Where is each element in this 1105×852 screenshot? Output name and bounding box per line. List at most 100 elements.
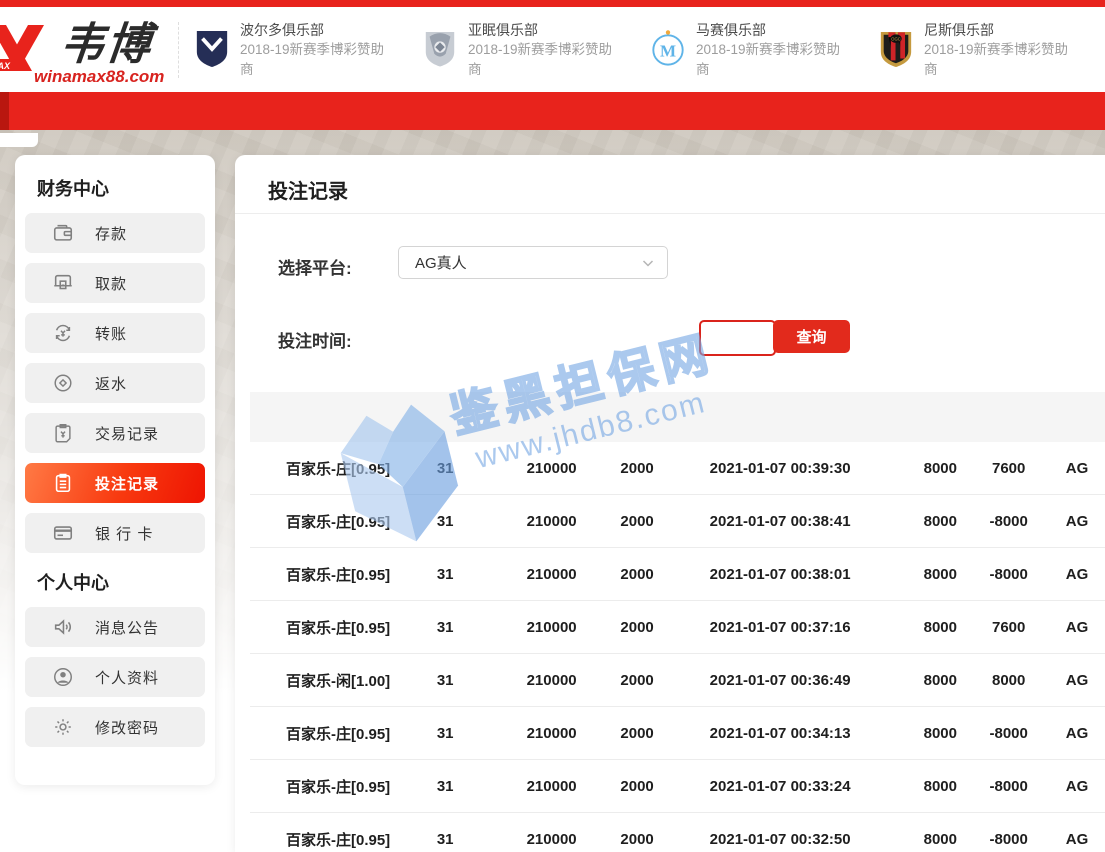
table-cell: 8000 (896, 460, 984, 477)
sidebar-item-label: 转账 (95, 323, 127, 344)
sidebar-item[interactable]: 返水 (25, 363, 205, 403)
sponsor-item: 亚眠俱乐部 2018-19新赛季博彩赞助商 (421, 20, 623, 79)
table-cell: 2021-01-07 00:37:16 (664, 619, 896, 636)
table-cell: 7600 (984, 460, 1033, 477)
table-cell: 百家乐-庄[0.95] (250, 617, 397, 638)
sponsor-item: 波尔多俱乐部 2018-19新赛季博彩赞助商 (193, 20, 395, 79)
table-row: 百家乐-庄[0.95] 31 210000 2000 2021-01-07 00… (250, 548, 1105, 601)
sidebar-item[interactable]: 交易记录 (25, 413, 205, 453)
sidebar: 财务中心 存款 取款 转账 (15, 155, 215, 785)
sidebar-item[interactable]: 修改密码 (25, 707, 205, 747)
marseille-logo: M (649, 28, 687, 70)
table-cell: 百家乐-庄[0.95] (250, 511, 397, 532)
nav-item[interactable] (277, 92, 402, 130)
sidebar-item-label: 交易记录 (95, 423, 159, 444)
nav-item[interactable] (776, 92, 901, 130)
sidebar-item[interactable]: 银 行 卡 (25, 513, 205, 553)
sponsor-club-name: 马赛俱乐部 (696, 20, 851, 40)
sidebar-item-label: 个人资料 (95, 667, 159, 688)
rebate-icon (52, 372, 74, 394)
table-cell: 31 (397, 778, 493, 795)
sidebar-item-label: 存款 (95, 223, 127, 244)
nav-item[interactable] (28, 92, 153, 130)
time-option[interactable] (489, 320, 583, 356)
table-cell: 210000 (493, 513, 610, 530)
sponsor-item: M 马赛俱乐部 2018-19新赛季博彩赞助商 (649, 20, 851, 79)
table-row: 百家乐-庄[0.95] 31 210000 2000 2021-01-07 00… (250, 601, 1105, 654)
table-cell: 2000 (610, 513, 664, 530)
time-option[interactable] (699, 320, 776, 356)
table-cell: 210000 (493, 566, 610, 583)
table-cell: 2021-01-07 00:33:24 (664, 778, 896, 795)
sidebar-item-label: 投注记录 (95, 473, 159, 494)
sidebar-item[interactable]: 投注记录 (25, 463, 205, 503)
nav-item[interactable] (651, 92, 776, 130)
top-accent-strip (0, 0, 1105, 7)
table-row: 百家乐-庄[0.95] 31 210000 2000 2021-01-07 00… (250, 495, 1105, 548)
bank-card-icon (52, 522, 74, 544)
table-cell: 210000 (493, 725, 610, 742)
time-option[interactable] (395, 320, 489, 356)
nav-item[interactable] (402, 92, 527, 130)
table-cell: 2000 (610, 672, 664, 689)
table-cell: AG (1033, 566, 1105, 583)
bet-records-icon (52, 472, 74, 494)
platform-select[interactable]: AG真人 (398, 246, 668, 279)
table-cell: 210000 (493, 831, 610, 848)
svg-text:M: M (660, 42, 676, 61)
sponsor-club-name: 亚眠俱乐部 (468, 20, 623, 40)
table-cell: -8000 (984, 725, 1033, 742)
search-button[interactable]: 查询 (773, 320, 850, 353)
sidebar-item[interactable]: 存款 (25, 213, 205, 253)
sidebar-item[interactable]: 个人资料 (25, 657, 205, 697)
table-row: 百家乐-庄[0.95] 31 210000 2000 2021-01-07 00… (250, 813, 1105, 852)
table-cell: -8000 (984, 831, 1033, 848)
amiens-logo (421, 28, 459, 70)
table-cell: 31 (397, 619, 493, 636)
table-cell: 31 (397, 513, 493, 530)
table-cell: 8000 (896, 672, 984, 689)
header-divider (178, 22, 179, 78)
table-cell: 百家乐-庄[0.95] (250, 458, 397, 479)
table-cell: 7600 (984, 619, 1033, 636)
time-option[interactable] (583, 320, 677, 356)
table-cell: 8000 (896, 725, 984, 742)
nav-item[interactable] (153, 92, 278, 130)
nav-item[interactable] (1025, 92, 1105, 130)
table-cell: -8000 (984, 513, 1033, 530)
bet-records-table: 百家乐-庄[0.95] 31 210000 2000 2021-01-07 00… (250, 392, 1105, 852)
table-cell: 2000 (610, 831, 664, 848)
sidebar-item[interactable]: 转账 (25, 313, 205, 353)
table-cell: 210000 (493, 460, 610, 477)
brand-logo[interactable]: MAX 韦博 winamax88.com (0, 7, 178, 92)
table-cell: 8000 (896, 619, 984, 636)
table-cell: AG (1033, 831, 1105, 848)
table-cell: 2021-01-07 00:39:30 (664, 460, 896, 477)
sidebar-item-label: 返水 (95, 373, 127, 394)
brand-name: 韦博 (58, 23, 155, 67)
sidebar-section-title: 个人中心 (37, 569, 215, 595)
table-cell: 百家乐-庄[0.95] (250, 723, 397, 744)
time-filter-label: 投注时间: (278, 327, 352, 352)
sidebar-item[interactable]: 取款 (25, 263, 205, 303)
sidebar-item[interactable]: 消息公告 (25, 607, 205, 647)
table-cell: 2000 (610, 460, 664, 477)
main-nav (0, 92, 1105, 130)
transfer-icon (52, 322, 74, 344)
sponsor-item: OGC 尼斯俱乐部 2018-19新赛季博彩赞助商 (877, 20, 1079, 79)
brand-domain: winamax88.com (34, 67, 164, 87)
nav-item[interactable] (527, 92, 652, 130)
platform-filter-label: 选择平台: (278, 254, 352, 279)
svg-text:MAX: MAX (0, 61, 11, 71)
table-cell: -8000 (984, 778, 1033, 795)
site-header: MAX 韦博 winamax88.com 波尔多俱乐部 2018-19新赛季博彩… (0, 7, 1105, 92)
profile-icon (52, 666, 74, 688)
nav-item[interactable] (901, 92, 1026, 130)
table-cell: 210000 (493, 672, 610, 689)
sidebar-section: 财务中心 存款 取款 转账 (15, 175, 215, 553)
table-cell: 8000 (896, 513, 984, 530)
table-cell: 2021-01-07 00:34:13 (664, 725, 896, 742)
sponsor-subtitle: 2018-19新赛季博彩赞助商 (240, 40, 395, 79)
sponsor-club-name: 波尔多俱乐部 (240, 20, 395, 40)
sidebar-item-label: 银 行 卡 (95, 523, 153, 544)
